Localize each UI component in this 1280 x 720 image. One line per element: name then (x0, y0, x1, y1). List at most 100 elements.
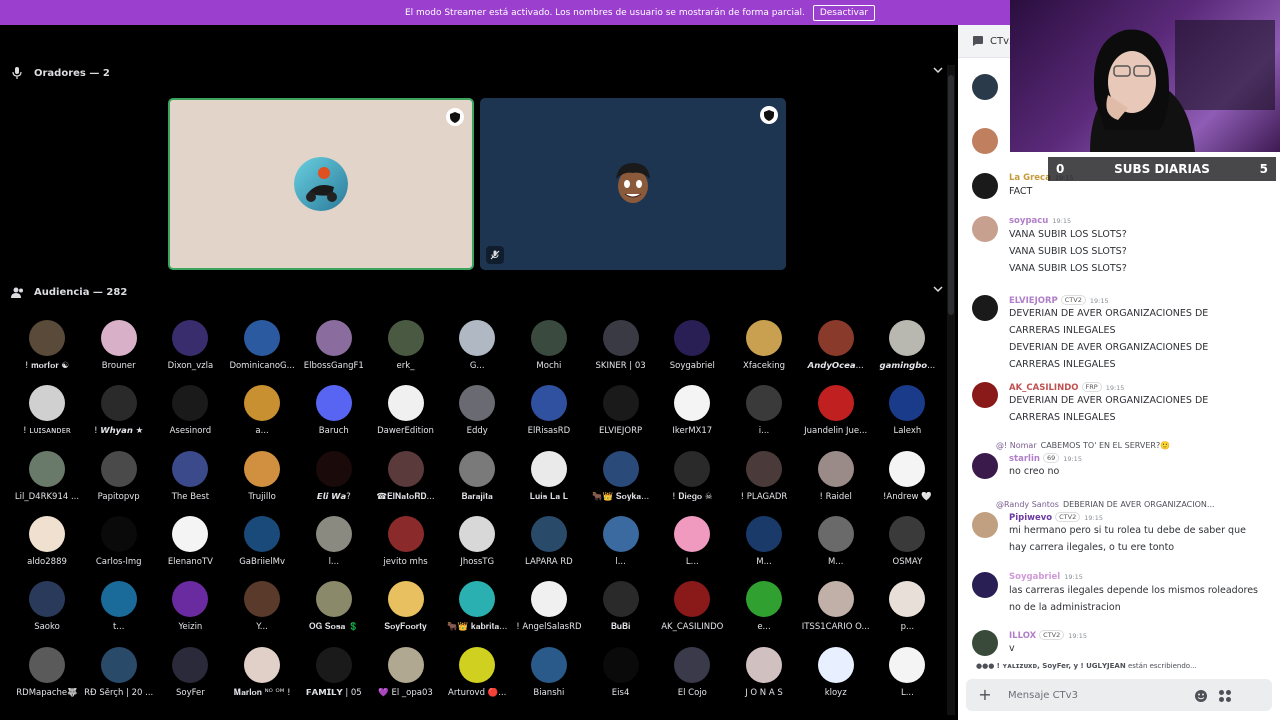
audience-member[interactable]: IkerMX17 (652, 385, 732, 445)
audience-member[interactable]: Arturovd 🔴... (437, 646, 517, 707)
audience-member[interactable]: a... (222, 385, 302, 445)
audience-member[interactable]: ElenanoTV (150, 515, 230, 576)
audience-member[interactable]: Brouner (79, 320, 159, 380)
audience-member[interactable]: ! AngelSalasRD (509, 581, 589, 641)
audience-member[interactable]: ☎𝐄𝐥𝐍𝐚𝐭𝐨𝐑𝐃... (366, 450, 446, 511)
audience-member[interactable]: 𝘼𝙣𝙙𝙮𝙊𝙘𝙚𝙖... (796, 320, 876, 380)
audience-member[interactable]: Carlos-lmg (79, 515, 159, 576)
chevron-down-icon[interactable] (933, 66, 943, 77)
audience-member[interactable]: 𝐒𝐨𝐲𝐅𝐨𝐨𝐫𝐭𝐲 (366, 581, 446, 641)
audience-member[interactable]: L... (867, 646, 947, 707)
audience-member[interactable]: Trujillo (222, 450, 302, 511)
audience-member[interactable]: ElbossGangF1 (294, 320, 374, 380)
message-author[interactable]: Soygabriel 19:15 (1009, 572, 1083, 582)
audience-member[interactable]: jevito mhs (366, 515, 446, 576)
audience-member[interactable]: Lalexh (867, 385, 947, 445)
stage-scrollbar[interactable] (947, 65, 955, 715)
audience-member[interactable]: l... (581, 515, 661, 576)
emoji-icon[interactable] (1194, 688, 1208, 702)
audience-member[interactable]: SoyFer (150, 646, 230, 707)
audience-member[interactable]: M... (724, 515, 804, 576)
audience-member[interactable]: El Cojo (652, 646, 732, 707)
audience-member[interactable]: t... (79, 581, 159, 641)
message-input[interactable] (1008, 687, 1208, 703)
audience-member[interactable]: 𝙜𝙖𝙢𝙞𝙣𝙜𝙗𝙤... (867, 320, 947, 380)
avatar[interactable] (972, 295, 998, 321)
audience-member[interactable]: Asesinord (150, 385, 230, 445)
audience-member[interactable]: 𝐁𝐚𝐫𝐚𝐣𝐢𝐭𝐚 (437, 450, 517, 511)
audience-member[interactable]: 𝙀𝙡𝙞 𝙒𝙖? (294, 450, 374, 511)
audience-member[interactable]: Y... (222, 581, 302, 641)
avatar[interactable] (972, 453, 998, 479)
avatar[interactable] (972, 382, 998, 408)
audience-member[interactable]: AK_CASILINDO (652, 581, 732, 641)
audience-member[interactable]: i... (724, 385, 804, 445)
audience-member[interactable]: 𝐁𝐮𝐁𝐢 (581, 581, 661, 641)
audience-member[interactable]: LAPARA RD (509, 515, 589, 576)
audience-member[interactable]: Soygabriel (652, 320, 732, 380)
audience-member[interactable]: l... (294, 515, 374, 576)
audience-member[interactable]: Eis4 (581, 646, 661, 707)
audience-member[interactable]: 💜 El _opa03 (366, 646, 446, 707)
audience-member[interactable]: Juandelin Jue... (796, 385, 876, 445)
message-author[interactable]: starlin 69 19:15 (1009, 453, 1082, 464)
audience-member[interactable]: ! 𝙒𝙝𝙮𝙖𝙣 ★ (79, 385, 159, 445)
plus-icon[interactable]: + (976, 686, 994, 704)
audience-member[interactable]: p... (867, 581, 947, 641)
audience-member[interactable]: DominicanoG... (222, 320, 302, 380)
speaker-tile[interactable] (168, 98, 474, 270)
audience-member[interactable]: J O N A S (724, 646, 804, 707)
avatar[interactable] (972, 512, 998, 538)
audience-member[interactable]: Dixon_vzla (150, 320, 230, 380)
scrollbar-thumb[interactable] (948, 75, 954, 315)
chevron-down-icon[interactable] (933, 285, 943, 296)
message-author[interactable]: AK_CASILINDO FRP 19:15 (1009, 382, 1124, 393)
audience-member[interactable]: ElRisasRD (509, 385, 589, 445)
avatar[interactable] (972, 572, 998, 598)
audience-member[interactable]: Saoko (7, 581, 87, 641)
reply-preview[interactable]: @! Nomar CABEMOS TO' EN EL SERVER?🙂 (996, 441, 1266, 450)
audience-member[interactable]: SKINER | 03 (581, 320, 661, 380)
audience-member[interactable]: L... (652, 515, 732, 576)
audience-member[interactable]: 🐂👑 𝐒𝐨𝐲𝐤𝐚... (581, 450, 661, 511)
audience-member[interactable]: erk_ (366, 320, 446, 380)
audience-member[interactable]: Baruch (294, 385, 374, 445)
avatar[interactable] (972, 128, 998, 154)
audience-member[interactable]: ITSS1CARIO O... (796, 581, 876, 641)
audience-member[interactable]: G... (437, 320, 517, 380)
avatar[interactable] (972, 216, 998, 242)
audience-member[interactable]: ! 𝐃𝐢𝐞𝐠𝐨 ☠ (652, 450, 732, 511)
message-author[interactable]: Pipiwevo CTV2 19:15 (1009, 512, 1103, 523)
audience-member[interactable]: e... (724, 581, 804, 641)
avatar[interactable] (972, 173, 998, 199)
audience-member[interactable]: ! PLAGADR (724, 450, 804, 511)
audience-member[interactable]: GaBriielMv (222, 515, 302, 576)
audience-member[interactable]: 𝗙𝗔𝗠𝗜𝗟𝗬 | 05 (294, 646, 374, 707)
audience-member[interactable]: RDMapache🐺 (7, 646, 87, 707)
audience-member[interactable]: RĐ Šěrçh | 20 ... (79, 646, 159, 707)
reply-preview[interactable]: @Randy Santos DEBERIAN DE AVER ORGANIZACI… (996, 500, 1266, 509)
speakers-header[interactable]: Oradores — 2 (10, 60, 945, 86)
audience-member[interactable]: The Best (150, 450, 230, 511)
audience-member[interactable]: aldo2889 (7, 515, 87, 576)
audience-member[interactable]: Bianshi (509, 646, 589, 707)
audience-member[interactable]: Mochi (509, 320, 589, 380)
audience-member[interactable]: kloyz (796, 646, 876, 707)
audience-member[interactable]: ELVIEJORP (581, 385, 661, 445)
audience-member[interactable]: 𝐎𝐆 𝐒𝐨𝐬𝐚 💲 (294, 581, 374, 641)
audience-member[interactable]: Eddy (437, 385, 517, 445)
avatar[interactable] (972, 74, 998, 100)
audience-member[interactable]: ! ʟᴜɪsᴀɴᴅᴇʀ (7, 385, 87, 445)
audience-member[interactable]: Yeizin (150, 581, 230, 641)
audience-member[interactable]: JhossTG (437, 515, 517, 576)
audience-member[interactable]: M... (796, 515, 876, 576)
audience-member[interactable]: 🐂👑 𝐤𝐚𝐛𝐫𝐢𝐭𝐚... (437, 581, 517, 641)
audience-member[interactable]: 𝐌𝐚𝐫𝐥𝐨𝐧 ᴺᴼ ᴼᴹ ! (222, 646, 302, 707)
deactivate-button[interactable]: Desactivar (812, 4, 876, 21)
speaker-tile[interactable] (480, 98, 786, 270)
audience-member[interactable]: DawerEdition (366, 385, 446, 445)
audience-member[interactable]: !Andrew 🤍 (867, 450, 947, 511)
message-author[interactable]: ILLOX CTV2 19:15 (1009, 630, 1087, 641)
avatar[interactable] (972, 630, 998, 656)
audience-member[interactable]: Papitopvp (79, 450, 159, 511)
